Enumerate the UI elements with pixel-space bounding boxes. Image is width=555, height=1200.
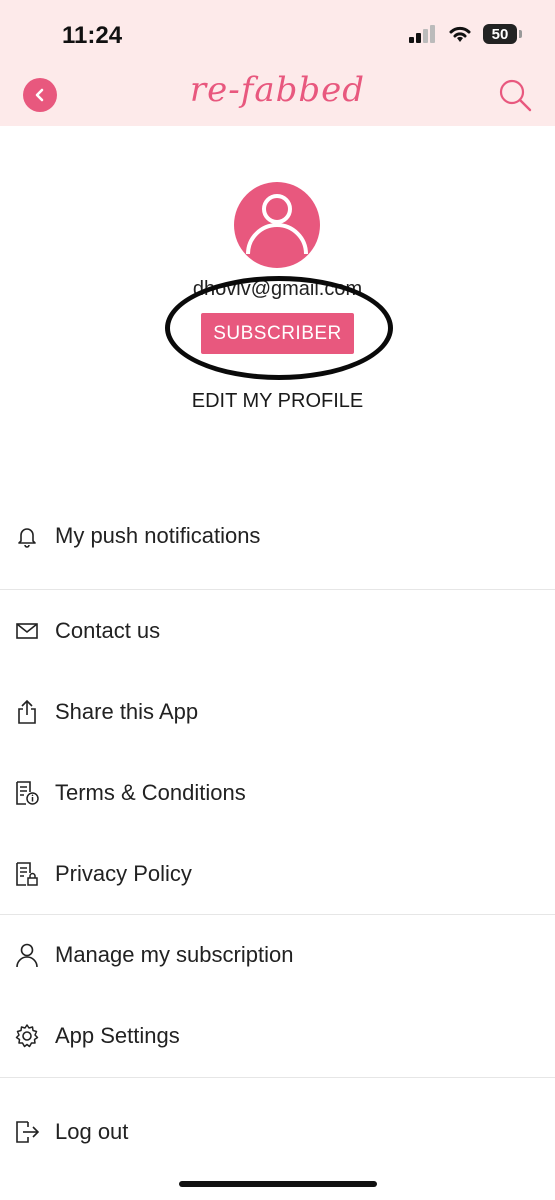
menu-item-push-notifications[interactable]: My push notifications xyxy=(0,501,555,571)
divider xyxy=(0,1077,555,1078)
user-icon xyxy=(13,941,41,969)
menu-item-label: Log out xyxy=(55,1119,129,1144)
menu-item-contact-us[interactable]: Contact us xyxy=(0,596,555,666)
menu-item-share-app[interactable]: Share this App xyxy=(0,677,555,747)
share-icon xyxy=(13,698,41,726)
battery-indicator: 50 xyxy=(483,24,522,44)
menu-item-app-settings[interactable]: App Settings xyxy=(0,1001,555,1071)
search-button[interactable] xyxy=(497,77,533,118)
app-header: re-fabbed xyxy=(0,68,555,126)
wifi-icon xyxy=(449,26,471,42)
divider xyxy=(0,914,555,915)
document-lock-icon xyxy=(13,860,41,888)
status-icons: 50 xyxy=(409,24,522,44)
edit-profile-link[interactable]: EDIT MY PROFILE xyxy=(0,390,555,413)
menu-item-manage-subscription[interactable]: Manage my subscription xyxy=(0,920,555,990)
menu-item-label: Terms & Conditions xyxy=(55,780,246,805)
menu-item-terms[interactable]: Terms & Conditions xyxy=(0,758,555,828)
envelope-icon xyxy=(13,617,41,645)
bell-icon xyxy=(13,522,41,550)
status-time: 11:24 xyxy=(62,22,123,49)
subscriber-badge: SUBSCRIBER xyxy=(201,313,354,354)
menu-item-label: My push notifications xyxy=(55,523,261,548)
app-logo: re-fabbed xyxy=(189,70,366,110)
divider xyxy=(0,589,555,590)
menu-item-log-out[interactable]: Log out xyxy=(0,1097,555,1167)
search-icon xyxy=(499,79,532,112)
signal-icon xyxy=(409,25,435,43)
home-indicator[interactable] xyxy=(179,1181,377,1187)
menu-item-label: Privacy Policy xyxy=(55,861,192,886)
menu-item-label: App Settings xyxy=(55,1023,180,1048)
gear-icon xyxy=(13,1022,41,1050)
menu-item-privacy[interactable]: Privacy Policy xyxy=(0,839,555,909)
menu-item-label: Share this App xyxy=(55,699,199,724)
menu-item-label: Contact us xyxy=(55,618,161,643)
avatar[interactable] xyxy=(234,182,320,268)
document-info-icon xyxy=(13,779,41,807)
profile-email: dhoviv@gmail.com xyxy=(192,278,363,300)
menu-item-label: Manage my subscription xyxy=(55,942,294,967)
status-bar: 11:24 50 xyxy=(0,0,555,68)
user-avatar-icon xyxy=(246,194,308,255)
logout-icon xyxy=(13,1118,41,1146)
